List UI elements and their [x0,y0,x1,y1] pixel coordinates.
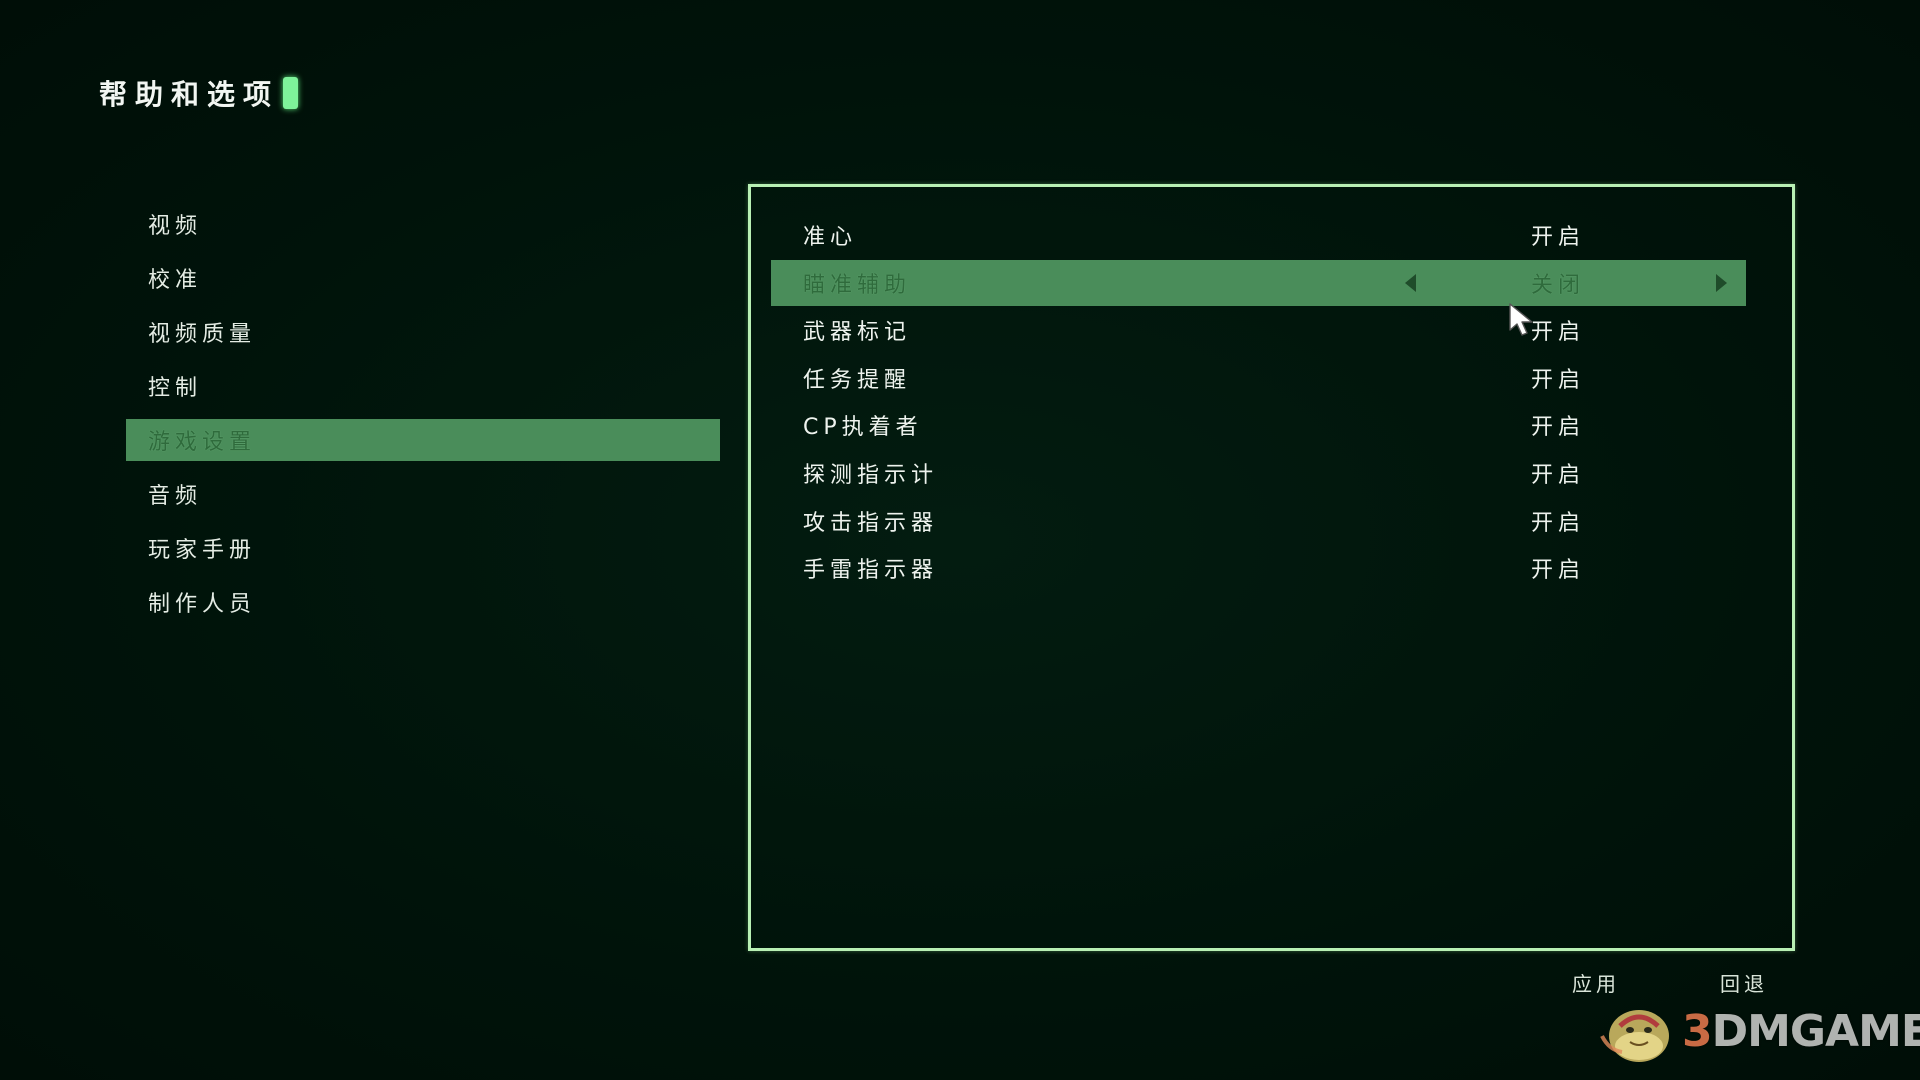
setting-value: 开启 [1531,367,1586,393]
setting-label: 准心 [803,225,858,250]
setting-label: 攻击指示器 [803,510,939,536]
sidebar-item-label: 控制 [148,376,203,401]
arrow-right-icon[interactable] [1716,273,1727,292]
setting-row-grenade-indicator[interactable]: 手雷指示器 开启 [771,545,1746,591]
setting-value: 开启 [1531,462,1586,488]
setting-value: 开启 [1531,415,1586,441]
sidebar-item-player-manual[interactable]: 玩家手册 [126,527,720,569]
setting-label: 任务提醒 [803,367,912,393]
sidebar-item-label: 校准 [148,268,203,293]
setting-row-weapon-marker[interactable]: 武器标记 开启 [771,307,1746,353]
setting-label: 手雷指示器 [803,558,939,584]
setting-row-aim-assist[interactable]: 瞄准辅助 关闭 [771,259,1746,306]
sidebar-item-label: 游戏设置 [148,430,257,455]
3dmgame-mascot-logo [1600,1010,1669,1062]
settings-panel: 准心 开启 瞄准辅助 关闭 武器标记 开启 任务提醒 开启 CP执着者 开启 探… [748,184,1795,951]
setting-value: 开启 [1531,510,1586,536]
sidebar-item-video[interactable]: 视频 [126,203,720,245]
sidebar-item-label: 制作人员 [148,592,257,617]
sidebar-item-label: 玩家手册 [148,538,257,563]
setting-value: 开启 [1531,558,1586,584]
sidebar-item-game-settings[interactable]: 游戏设置 [126,419,720,461]
page-title: 帮助和选项 [99,72,299,114]
setting-value: 开启 [1531,320,1586,346]
sidebar-item-label: 视频 [148,214,203,239]
settings-list: 准心 开启 瞄准辅助 关闭 武器标记 开启 任务提醒 开启 CP执着者 开启 探… [771,212,1746,593]
setting-value: 关闭 [1531,272,1586,298]
setting-row-mission-reminder[interactable]: 任务提醒 开启 [771,355,1746,401]
setting-label: 探测指示计 [803,462,939,488]
mouse-cursor-icon [1509,303,1533,336]
watermark-text: 3DMGAME [1682,1006,1920,1057]
sidebar-item-audio[interactable]: 音频 [126,473,720,515]
setting-label: CP执着者 [803,415,923,441]
3dmgame-watermark: 3DMGAME [1594,990,1920,1070]
sidebar-item-controls[interactable]: 控制 [126,365,720,407]
options-sidebar: 视频 校准 视频质量 控制 游戏设置 音频 玩家手册 制作人员 [126,203,720,635]
setting-row-attack-indicator[interactable]: 攻击指示器 开启 [771,498,1746,544]
sidebar-item-label: 音频 [148,484,203,509]
page-title-text: 帮助和选项 [99,78,280,111]
sidebar-item-video-quality[interactable]: 视频质量 [126,311,720,353]
sidebar-item-label: 视频质量 [148,322,257,347]
sidebar-item-calibration[interactable]: 校准 [126,257,720,299]
setting-row-detection-indicator[interactable]: 探测指示计 开启 [771,450,1746,496]
setting-row-crosshair[interactable]: 准心 开启 [771,212,1746,258]
sidebar-item-credits[interactable]: 制作人员 [126,581,720,623]
setting-label: 武器标记 [803,320,912,346]
setting-value: 开启 [1531,225,1586,250]
arrow-left-icon[interactable] [1405,273,1416,292]
setting-row-cp-persistent[interactable]: CP执着者 开启 [771,402,1746,448]
green-block-icon [283,77,299,109]
setting-label: 瞄准辅助 [803,272,912,298]
game-options-screen: 帮助和选项 视频 校准 视频质量 控制 游戏设置 音频 玩家手册 制作人员 准心… [0,0,1920,1080]
